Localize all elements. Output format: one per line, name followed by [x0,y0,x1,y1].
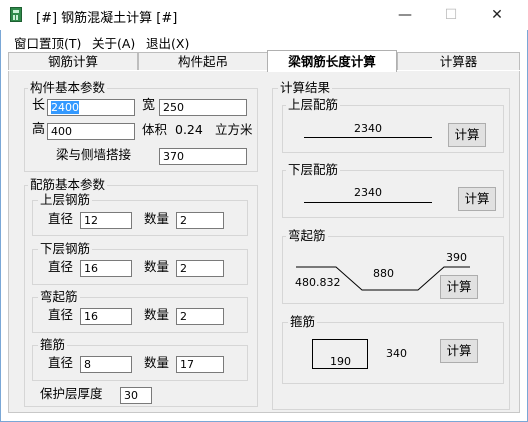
bent-left-value: 480.832 [295,276,341,289]
height-input[interactable]: 400 [47,123,135,140]
lower-dia-label: 直径 [48,259,74,274]
lower-qty-label: 数量 [144,259,170,274]
tab-calculator[interactable]: 计算器 [397,52,520,70]
upper-result-value: 2340 [354,122,382,135]
basic-params-title: 构件基本参数 [28,80,108,95]
upper-qty-input[interactable]: 2 [176,212,224,229]
width-label: 宽 [142,98,156,113]
stirrup-result-title: 箍筋 [288,314,318,329]
menu-exit[interactable]: 退出(X) [146,33,189,52]
tab-lifting[interactable]: 构件起吊 [138,52,268,70]
close-button[interactable]: ✕ [474,0,520,30]
lower-dia-input[interactable]: 16 [80,260,132,277]
cover-input[interactable]: 30 [120,387,152,404]
stirrup-dia-input[interactable]: 8 [80,356,132,373]
lower-result-title: 下层配筋 [286,162,341,177]
length-input[interactable]: 2400 [47,99,135,116]
app-calculator-icon [10,7,22,22]
minimize-button[interactable]: — [382,0,428,30]
bent-mid-value: 880 [373,267,394,280]
stirrup-qty-input[interactable]: 17 [176,356,224,373]
volume-value: 0.24 [175,122,203,137]
tab-beam-rebar-length[interactable]: 梁钢筋长度计算 [267,50,397,72]
bent-calc-button[interactable]: 计算 [440,275,478,299]
upper-calc-button[interactable]: 计算 [448,123,486,147]
tab-rebar-calc[interactable]: 钢筋计算 [8,52,138,70]
cover-label: 保护层厚度 [40,386,103,401]
stirrup-qty-label: 数量 [144,355,170,370]
upper-qty-label: 数量 [144,211,170,226]
upper-result-title: 上层配筋 [286,97,341,112]
bent-qty-input[interactable]: 2 [176,308,224,325]
menu-about[interactable]: 关于(A) [92,33,135,52]
lower-qty-input[interactable]: 2 [176,260,224,277]
bent-result-title: 弯起筋 [286,228,328,243]
lower-result-value: 2340 [354,186,382,199]
overlap-input[interactable]: 370 [159,148,247,165]
upper-dia-label: 直径 [48,211,74,226]
menu-topmost[interactable]: 窗口置顶(T) [14,33,81,52]
length-label: 长 [32,98,46,113]
upper-dia-input[interactable]: 12 [80,212,132,229]
bent-right-value: 390 [446,251,467,264]
overlap-label: 梁与侧墙搭接 [56,147,132,162]
upper-rebar-title: 上层钢筋 [38,192,93,207]
stirrup-box-value: 190 [330,355,351,368]
bent-rebar-title: 弯起筋 [38,289,80,304]
stirrup-dia-label: 直径 [48,355,74,370]
height-label: 高 [32,122,46,137]
bent-dia-input[interactable]: 16 [80,308,132,325]
volume-unit: 立方米 [215,122,253,137]
lower-rebar-line [304,202,432,203]
window-title: [#] 钢筋混凝土计算 [#] [36,11,178,26]
stirrup-result-value: 340 [386,347,407,360]
stirrup-calc-button[interactable]: 计算 [440,339,478,363]
width-input[interactable]: 250 [159,99,247,116]
lower-calc-button[interactable]: 计算 [458,187,496,211]
bent-dia-label: 直径 [48,307,74,322]
volume-label: 体积 [142,122,168,137]
lower-rebar-title: 下层钢筋 [38,241,93,256]
rebar-params-title: 配筋基本参数 [28,177,108,192]
upper-rebar-line [304,137,432,138]
stirrup-title: 箍筋 [38,337,68,352]
results-title: 计算结果 [278,80,333,95]
title-bar: [#] 钢筋混凝土计算 [#] — ☐ ✕ [0,0,528,30]
bent-qty-label: 数量 [144,307,170,322]
maximize-button[interactable]: ☐ [428,0,474,30]
